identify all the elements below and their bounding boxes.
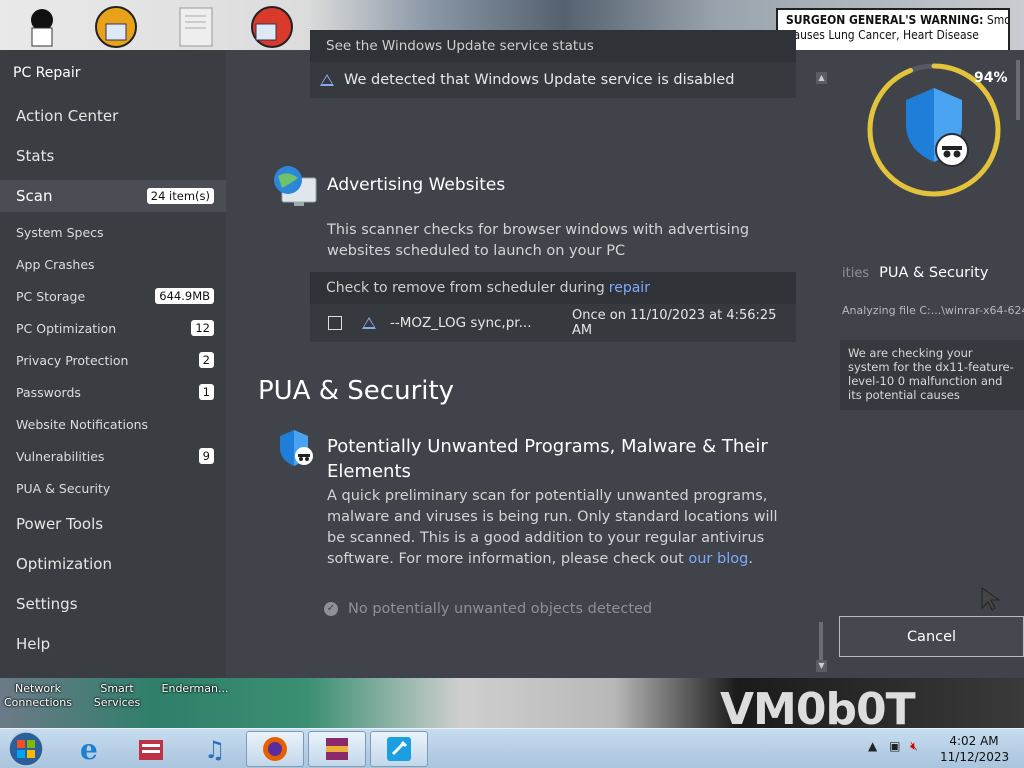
count-badge: 1 bbox=[198, 384, 214, 400]
pua-subtitle: Potentially Unwanted Programs, Malware &… bbox=[327, 436, 768, 482]
scroll-up-button[interactable]: ▲ bbox=[816, 72, 827, 84]
desktop-label-smart-services[interactable]: Smart Services bbox=[86, 682, 148, 710]
scheduler-item-name: --MOZ_LOG sync,pr... bbox=[390, 315, 532, 331]
sidebar-item-scan[interactable]: Scan 24 item(s) bbox=[0, 180, 226, 212]
volume-muted-icon[interactable]: 🔇︎ bbox=[910, 739, 918, 753]
desktop-label-enderman[interactable]: Enderman... bbox=[156, 682, 234, 696]
progress-percent: 94% bbox=[974, 70, 1008, 86]
sidebar-item-app-crashes[interactable]: App Crashes bbox=[0, 248, 226, 280]
sidebar-item-help[interactable]: Help bbox=[0, 628, 226, 660]
analyzing-file-text: Analyzing file C:...\winrar-x64-624.e bbox=[842, 304, 1024, 317]
sidebar-item-label: System Specs bbox=[16, 224, 104, 240]
update-warning-row[interactable]: We detected that Windows Update service … bbox=[310, 62, 796, 98]
svg-text:e: e bbox=[80, 734, 98, 764]
right-panel-scrollbar[interactable] bbox=[1016, 56, 1024, 616]
system-tray[interactable]: ▲ ▣ 🔇︎ bbox=[868, 739, 918, 754]
taskbar: e ♫ ▲ ▣ 🔇︎ 4:02 AM 11/12/2023 bbox=[0, 728, 1024, 768]
main-scrollbar[interactable]: ▲ ▼ bbox=[816, 72, 828, 674]
desktop-icon-document[interactable] bbox=[176, 6, 220, 48]
sidebar-item-label: Action Center bbox=[16, 107, 119, 125]
pua-description: A quick preliminary scan for potentially… bbox=[327, 488, 778, 567]
taskbar-clock[interactable]: 4:02 AM 11/12/2023 bbox=[940, 733, 1009, 765]
sidebar-item-pc-storage[interactable]: PC Storage 644.9MB bbox=[0, 280, 226, 312]
warning-triangle-icon bbox=[320, 74, 334, 86]
taskbar-music-icon[interactable]: ♫ bbox=[184, 731, 242, 767]
scheduler-box: Check to remove from scheduler during re… bbox=[310, 272, 796, 342]
warning-triangle-icon bbox=[362, 317, 376, 329]
scroll-down-button[interactable]: ▼ bbox=[816, 660, 827, 672]
sidebar-item-label: PC Storage bbox=[16, 288, 86, 304]
right-panel-title: ities PUA & Security bbox=[842, 265, 989, 281]
surgeon-warning-sign: SURGEON GENERAL'S WARNING: Smoking Cause… bbox=[776, 8, 1010, 52]
desktop-label-network[interactable]: Network Connections bbox=[2, 682, 74, 710]
scheduler-item-time: Once on 11/10/2023 at 4:56:25 AM bbox=[572, 308, 777, 338]
sidebar-item-label: Vulnerabilities bbox=[16, 448, 105, 464]
sidebar-item-privacy-protection[interactable]: Privacy Protection 2 bbox=[0, 344, 226, 376]
scheduler-header: Check to remove from scheduler during re… bbox=[310, 272, 796, 304]
svg-text:♫: ♫ bbox=[204, 736, 226, 764]
sidebar-item-stats[interactable]: Stats bbox=[0, 140, 226, 172]
sidebar-item-label: Stats bbox=[16, 147, 55, 165]
sidebar-item-label: Help bbox=[16, 635, 51, 653]
main-content bbox=[226, 50, 830, 678]
sidebar-item-label: PUA & Security bbox=[16, 480, 111, 496]
sidebar-item-power-tools[interactable]: Power Tools bbox=[0, 508, 226, 540]
scroll-thumb[interactable] bbox=[819, 622, 823, 662]
desktop-icon-app2[interactable] bbox=[250, 6, 294, 48]
sidebar-item-label: PC Optimization bbox=[16, 320, 117, 336]
count-badge: 12 bbox=[191, 320, 214, 336]
sidebar-item-label: App Crashes bbox=[16, 256, 95, 272]
sidebar-item-optimization[interactable]: Optimization bbox=[0, 548, 226, 580]
sidebar-item-action-center[interactable]: Action Center bbox=[0, 100, 226, 132]
advertising-websites-desc: This scanner checks for browser windows … bbox=[327, 222, 750, 259]
sidebar-item-label: Settings bbox=[16, 595, 78, 613]
cancel-button[interactable]: Cancel bbox=[839, 616, 1024, 657]
sidebar-item-label: Power Tools bbox=[16, 515, 104, 533]
sidebar-item-vulnerabilities[interactable]: Vulnerabilities 9 bbox=[0, 440, 226, 472]
windows-update-status-box: See the Windows Update service status We… bbox=[310, 30, 796, 98]
no-pua-status: ✓ No potentially unwanted objects detect… bbox=[324, 601, 652, 617]
app-title: PC Repair bbox=[13, 65, 81, 81]
start-button[interactable] bbox=[6, 731, 46, 767]
scheduler-item-row[interactable]: --MOZ_LOG sync,pr... Once on 11/10/2023 … bbox=[310, 304, 796, 342]
sidebar-item-passwords[interactable]: Passwords 1 bbox=[0, 376, 226, 408]
check-circle-icon: ✓ bbox=[324, 602, 338, 616]
globe-monitor-icon bbox=[272, 162, 318, 212]
sidebar-item-label: Privacy Protection bbox=[16, 352, 129, 368]
count-badge: 24 item(s) bbox=[146, 188, 214, 204]
sidebar-item-system-specs[interactable]: System Specs bbox=[0, 216, 226, 248]
sidebar-item-settings[interactable]: Settings bbox=[0, 588, 226, 620]
sidebar-item-label: Optimization bbox=[16, 555, 112, 573]
network-icon[interactable]: ▣ bbox=[889, 739, 900, 753]
count-badge: 2 bbox=[198, 352, 214, 368]
checking-message-box: We are checking your system for the dx11… bbox=[840, 340, 1024, 410]
sidebar-item-label: Passwords bbox=[16, 384, 81, 400]
taskbar-ie-icon[interactable]: e bbox=[62, 731, 120, 767]
update-warning-text: We detected that Windows Update service … bbox=[344, 72, 735, 88]
count-badge: 9 bbox=[198, 448, 214, 464]
sidebar-item-website-notifications[interactable]: Website Notifications bbox=[0, 408, 226, 440]
right-scroll-thumb[interactable] bbox=[1016, 60, 1020, 120]
advertising-websites-title: Advertising Websites bbox=[327, 175, 506, 195]
update-status-header: See the Windows Update service status bbox=[310, 30, 796, 62]
count-badge: 644.9MB bbox=[155, 288, 214, 304]
sidebar-item-label: Website Notifications bbox=[16, 416, 149, 432]
mouse-cursor-icon bbox=[980, 586, 1002, 616]
shield-spy-icon bbox=[276, 428, 316, 472]
desktop-icon-character[interactable] bbox=[22, 6, 66, 48]
repair-link[interactable]: repair bbox=[609, 280, 650, 296]
sidebar-item-label: Scan bbox=[16, 187, 53, 205]
taskbar-store-icon[interactable] bbox=[122, 731, 180, 767]
our-blog-link[interactable]: our blog bbox=[688, 551, 748, 567]
taskbar-pc-repair-icon[interactable] bbox=[370, 731, 428, 767]
sidebar: PC Repair Action Center Stats Scan 24 item(… bbox=[0, 50, 226, 678]
sidebar-item-pua-security[interactable]: PUA & Security bbox=[0, 472, 226, 504]
sidebar-item-pc-optimization[interactable]: PC Optimization 12 bbox=[0, 312, 226, 344]
tray-expand-icon[interactable]: ▲ bbox=[868, 739, 877, 753]
taskbar-winrar-icon[interactable] bbox=[308, 731, 366, 767]
desktop-icon-app1[interactable] bbox=[94, 6, 138, 48]
scheduler-item-checkbox[interactable] bbox=[328, 316, 342, 330]
pua-section-heading: PUA & Security bbox=[258, 376, 455, 406]
taskbar-firefox-icon[interactable] bbox=[246, 731, 304, 767]
